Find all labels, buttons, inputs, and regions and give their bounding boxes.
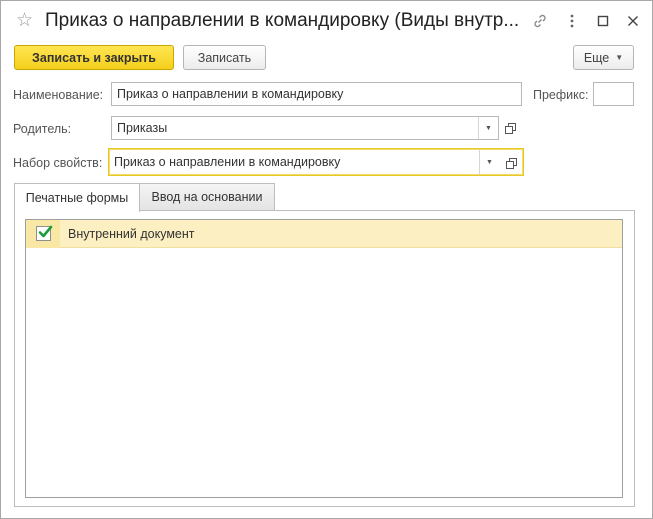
star-icon[interactable]: ☆ xyxy=(16,9,33,31)
checkbox[interactable] xyxy=(35,225,52,241)
parent-field[interactable]: Приказы ▼ xyxy=(111,116,499,140)
save-button[interactable]: Записать xyxy=(183,45,266,70)
print-forms-list: Внутренний документ xyxy=(25,219,623,498)
list-item-label: Внутренний документ xyxy=(68,226,195,241)
more-vertical-icon[interactable] xyxy=(561,10,583,32)
window-title: Приказ о направлении в командировку (Вид… xyxy=(45,10,520,31)
more-button-label: Еще xyxy=(583,50,610,65)
check-cell xyxy=(26,219,60,248)
tab-print-forms[interactable]: Печатные формы xyxy=(14,183,140,212)
check-icon xyxy=(38,225,52,238)
link-icon[interactable] xyxy=(529,10,551,32)
prefix-label: Префикс: xyxy=(533,88,589,102)
property-set-label: Набор свойств: xyxy=(13,156,103,170)
more-menu-button[interactable]: Еще ▼ xyxy=(573,45,634,70)
name-label: Наименование: xyxy=(13,88,104,102)
list-item[interactable]: Внутренний документ xyxy=(26,219,622,248)
parent-field-value: Приказы xyxy=(117,121,168,135)
print-forms-panel: Внутренний документ xyxy=(14,210,635,507)
maximize-icon[interactable] xyxy=(592,10,614,32)
open-parent-icon[interactable] xyxy=(500,116,520,140)
tab-input-based-on[interactable]: Ввод на основании xyxy=(140,183,275,211)
open-property-set-icon[interactable] xyxy=(501,151,521,175)
chevron-down-icon[interactable]: ▼ xyxy=(479,149,499,175)
name-field-value: Приказ о направлении в командировку xyxy=(117,87,344,101)
parent-label: Родитель: xyxy=(13,122,72,136)
name-field[interactable]: Приказ о направлении в командировку xyxy=(111,82,522,106)
prefix-field[interactable] xyxy=(593,82,634,106)
title-bar: ☆ Приказ о направлении в командировку (В… xyxy=(1,1,652,41)
save-and-close-button[interactable]: Записать и закрыть xyxy=(14,45,174,70)
property-set-field[interactable]: Приказ о направлении в командировку ▼ xyxy=(108,148,524,176)
form-window: ☆ Приказ о направлении в командировку (В… xyxy=(0,0,653,519)
property-set-field-value: Приказ о направлении в командировку xyxy=(114,155,341,169)
chevron-down-icon: ▼ xyxy=(615,53,624,62)
close-icon[interactable] xyxy=(622,10,644,32)
chevron-down-icon[interactable]: ▼ xyxy=(478,117,498,139)
